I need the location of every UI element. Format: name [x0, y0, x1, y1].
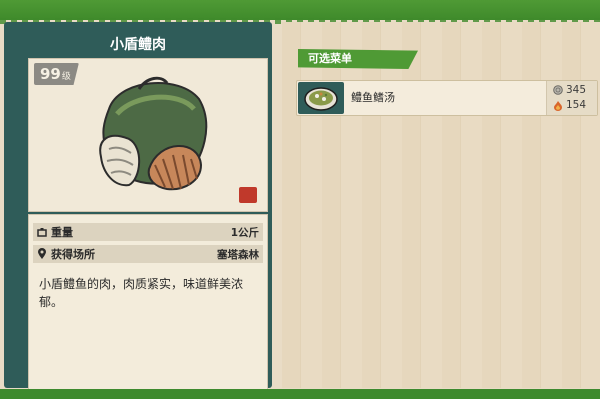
weight-value: 1公斤	[230, 226, 259, 239]
item-info-card: 重量 1公斤 获得场所 塞塔森林 小盾鳢鱼的肉，肉质紧实，味道鲜美浓郁。	[28, 214, 268, 390]
hunger-stat: 154	[553, 99, 586, 111]
level-badge: 99级	[34, 63, 79, 85]
location-pin-icon	[38, 248, 46, 259]
level-unit: 级	[61, 72, 71, 82]
bottom-trim	[0, 389, 600, 399]
item-detail-panel: 小盾鳢肉 99级 重量 1公斤 获得场所 塞塔森林 小盾鳢鱼的肉，肉质紧实，味道…	[4, 22, 272, 390]
artist-seal	[239, 187, 257, 203]
location-label: 获得场所	[51, 248, 95, 261]
menu-section-title: 可选菜单	[298, 49, 418, 69]
weight-row: 重量 1公斤	[33, 223, 263, 241]
item-description: 小盾鳢鱼的肉，肉质紧实，味道鲜美浓郁。	[39, 277, 244, 309]
dish-name: 鳢鱼鳍汤	[351, 91, 395, 104]
fish-meat-image	[99, 76, 208, 191]
dish-stats: 345 154	[546, 81, 597, 115]
item-title: 小盾鳢肉	[110, 37, 166, 53]
location-value: 塞塔森林	[217, 248, 259, 261]
item-portrait: 99级	[28, 58, 268, 212]
top-grass-border	[0, 0, 600, 24]
coin-icon	[553, 85, 563, 95]
dish-hunger: 154	[566, 99, 587, 111]
price-stat: 345	[553, 84, 586, 96]
weight-label: 重量	[51, 226, 73, 239]
dish-thumbnail	[298, 82, 344, 114]
soup-bowl-image	[304, 87, 338, 111]
dish-card[interactable]: 鳢鱼鳍汤 345 154	[296, 80, 598, 116]
menu-area: 可选菜单 鳢鱼鳍汤 345 154	[282, 22, 600, 388]
weight-icon	[37, 228, 47, 237]
dish-price: 345	[566, 84, 587, 96]
level-value: 99	[40, 65, 61, 83]
location-row: 获得场所 塞塔森林	[33, 245, 263, 263]
flame-icon	[554, 100, 562, 111]
